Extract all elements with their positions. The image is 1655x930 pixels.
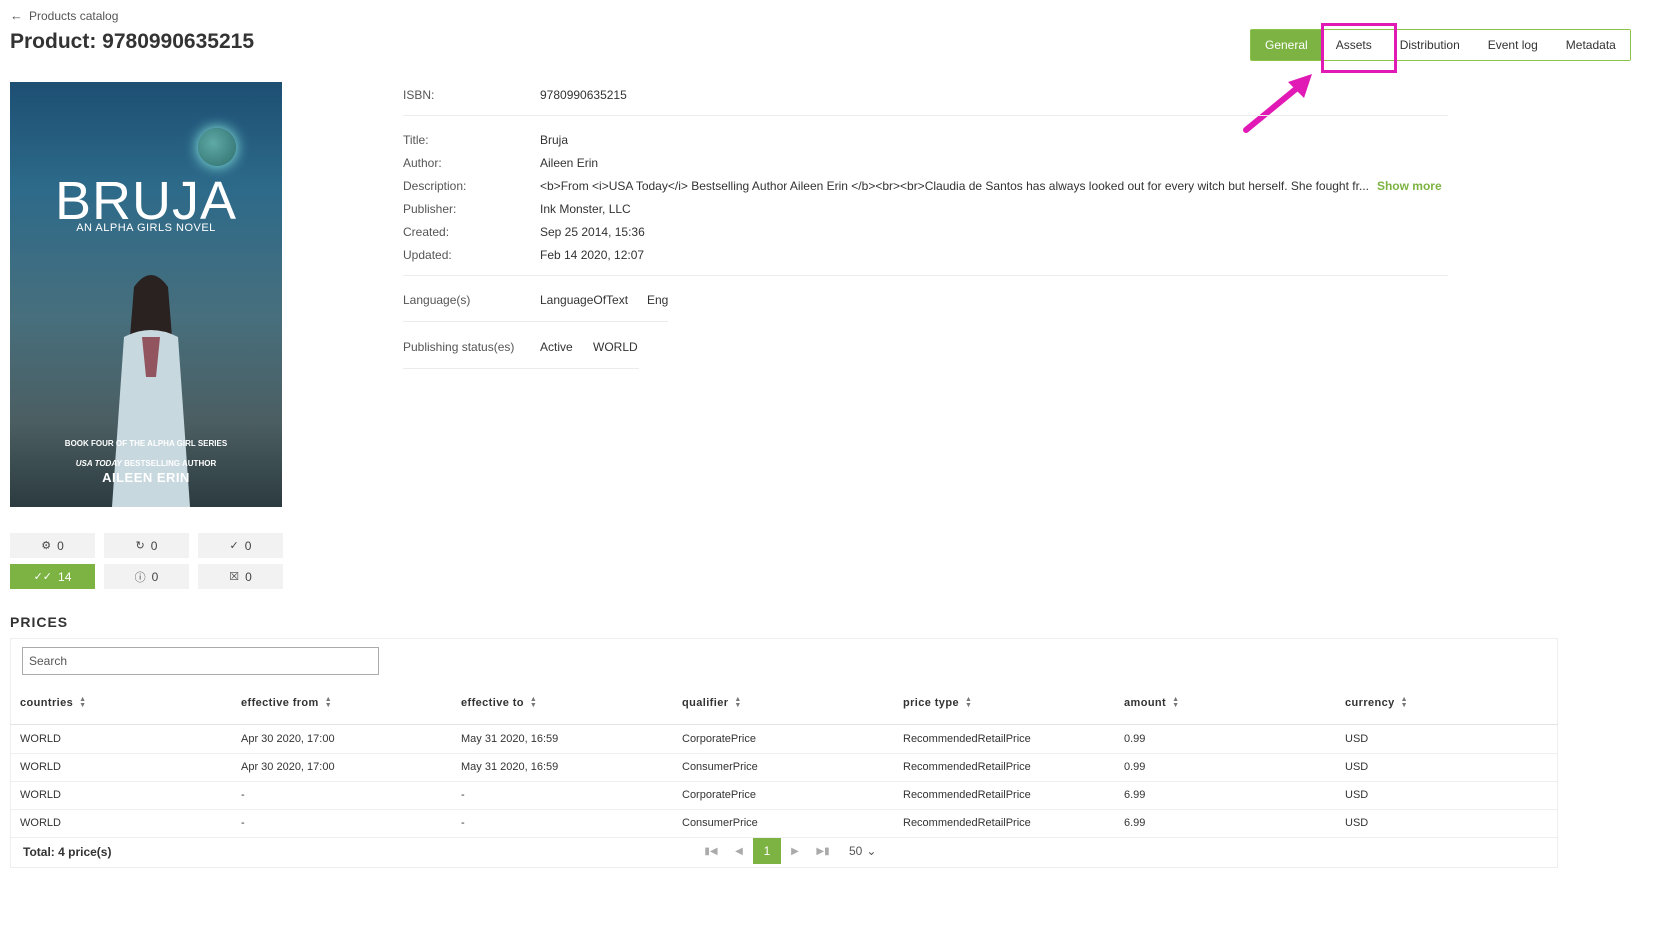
divider bbox=[403, 321, 668, 322]
sort-icon: ▲ ▼ bbox=[1172, 696, 1180, 709]
divider bbox=[403, 368, 639, 369]
assets-tab-highlight bbox=[1321, 23, 1397, 73]
table-row[interactable]: WORLD - - ConsumerPrice RecommendedRetai… bbox=[10, 809, 1558, 838]
arrow-left-icon: ← bbox=[10, 8, 23, 23]
tab-metadata[interactable]: Metadata bbox=[1551, 30, 1630, 60]
last-page-icon: ▶▮ bbox=[816, 845, 830, 857]
pagination: ▮◀ ◀ 1 ▶ ▶▮ 50 ⌄ bbox=[697, 838, 876, 864]
sort-icon: ▲ ▼ bbox=[324, 696, 333, 709]
prices-total: Total: 4 price(s) bbox=[23, 845, 112, 859]
column-effective-to[interactable]: effective to ▲ ▼ bbox=[461, 696, 538, 709]
prices-search-input[interactable] bbox=[22, 647, 379, 675]
show-more-link[interactable]: Show more bbox=[1377, 179, 1442, 193]
first-page-button[interactable]: ▮◀ bbox=[697, 838, 725, 864]
refresh-icon: ↻ bbox=[135, 540, 145, 552]
sort-icon: ▲ ▼ bbox=[79, 696, 87, 709]
prev-page-icon: ◀ bbox=[735, 845, 743, 857]
divider bbox=[403, 115, 1448, 116]
next-page-button[interactable]: ▶ bbox=[781, 838, 809, 864]
counter-info[interactable]: ⓘ 0 bbox=[104, 564, 189, 589]
annotation-arrow-icon bbox=[1243, 74, 1312, 133]
column-qualifier[interactable]: qualifier ▲ ▼ bbox=[682, 696, 742, 709]
column-price-type[interactable]: price type ▲ ▼ bbox=[903, 696, 973, 709]
table-row[interactable]: WORLD Apr 30 2020, 17:00 May 31 2020, 16… bbox=[10, 753, 1558, 782]
counter-refresh[interactable]: ↻ 0 bbox=[104, 533, 189, 558]
cover-subtitle: AN ALPHA GIRLS NOVEL bbox=[76, 222, 216, 234]
page-size-select[interactable]: 50 ⌄ bbox=[849, 844, 876, 858]
double-check-icon: ✓✓ bbox=[33, 571, 53, 583]
cover-series: BOOK FOUR OF THE ALPHA GIRL SERIES bbox=[64, 439, 228, 448]
info-icon: ⓘ bbox=[134, 571, 146, 584]
chevron-down-icon: ⌄ bbox=[866, 844, 877, 858]
counter-puzzle[interactable]: ⚙ 0 bbox=[10, 533, 95, 558]
puzzle-icon: ⚙ bbox=[41, 540, 52, 552]
prices-heading: PRICES bbox=[10, 614, 69, 630]
column-amount[interactable]: amount ▲ ▼ bbox=[1124, 696, 1180, 709]
status-counters: ⚙ 0 ↻ 0 ✓ 0 ✓✓ 14 ⓘ 0 ☒ 0 bbox=[10, 533, 283, 589]
cover-author: AILEEN ERIN bbox=[102, 470, 190, 485]
prev-page-button[interactable]: ◀ bbox=[725, 838, 753, 864]
table-row[interactable]: WORLD Apr 30 2020, 17:00 May 31 2020, 16… bbox=[10, 725, 1558, 754]
column-currency[interactable]: currency ▲ ▼ bbox=[1345, 696, 1409, 709]
divider bbox=[403, 275, 1448, 276]
cover-tagline: USA TODAY BESTSELLING AUTHOR bbox=[75, 459, 217, 468]
sort-icon: ▲ ▼ bbox=[1400, 696, 1409, 709]
trash-icon: ☒ bbox=[229, 571, 240, 583]
column-countries[interactable]: countries ▲ ▼ bbox=[20, 696, 87, 709]
moon-decoration bbox=[198, 128, 236, 166]
sort-icon: ▲ ▼ bbox=[734, 696, 742, 709]
tab-bar: General Assets Distribution Event log Me… bbox=[1250, 29, 1631, 61]
last-page-button[interactable]: ▶▮ bbox=[809, 838, 837, 864]
description-text: <b>From <i>USA Today</i> Bestselling Aut… bbox=[540, 179, 1369, 193]
table-row[interactable]: WORLD - - CorporatePrice RecommendedReta… bbox=[10, 781, 1558, 810]
counter-double-check[interactable]: ✓✓ 14 bbox=[10, 564, 95, 589]
tab-general[interactable]: General bbox=[1251, 30, 1322, 60]
counter-trash[interactable]: ☒ 0 bbox=[198, 564, 283, 589]
check-circle-icon: ✓ bbox=[229, 540, 239, 552]
product-cover-image: BRUJA AN ALPHA GIRLS NOVEL BOOK FOUR OF … bbox=[10, 82, 282, 507]
back-link-label: Products catalog bbox=[29, 8, 119, 23]
back-link[interactable]: ← Products catalog bbox=[10, 8, 118, 23]
prices-table-header: countries ▲ ▼ effective from ▲ ▼ effective t… bbox=[10, 690, 1558, 725]
page-title: Product: 9780990635215 bbox=[10, 30, 254, 53]
next-page-icon: ▶ bbox=[791, 845, 799, 857]
sort-icon: ▲ ▼ bbox=[529, 696, 538, 709]
tab-distribution[interactable]: Distribution bbox=[1385, 30, 1474, 60]
first-page-icon: ▮◀ bbox=[704, 845, 718, 857]
column-effective-from[interactable]: effective from ▲ ▼ bbox=[241, 696, 333, 709]
counter-check-circle[interactable]: ✓ 0 bbox=[198, 533, 283, 558]
page-button-current[interactable]: 1 bbox=[753, 838, 781, 864]
tab-event-log[interactable]: Event log bbox=[1473, 30, 1552, 60]
sort-icon: ▲ ▼ bbox=[964, 696, 973, 709]
